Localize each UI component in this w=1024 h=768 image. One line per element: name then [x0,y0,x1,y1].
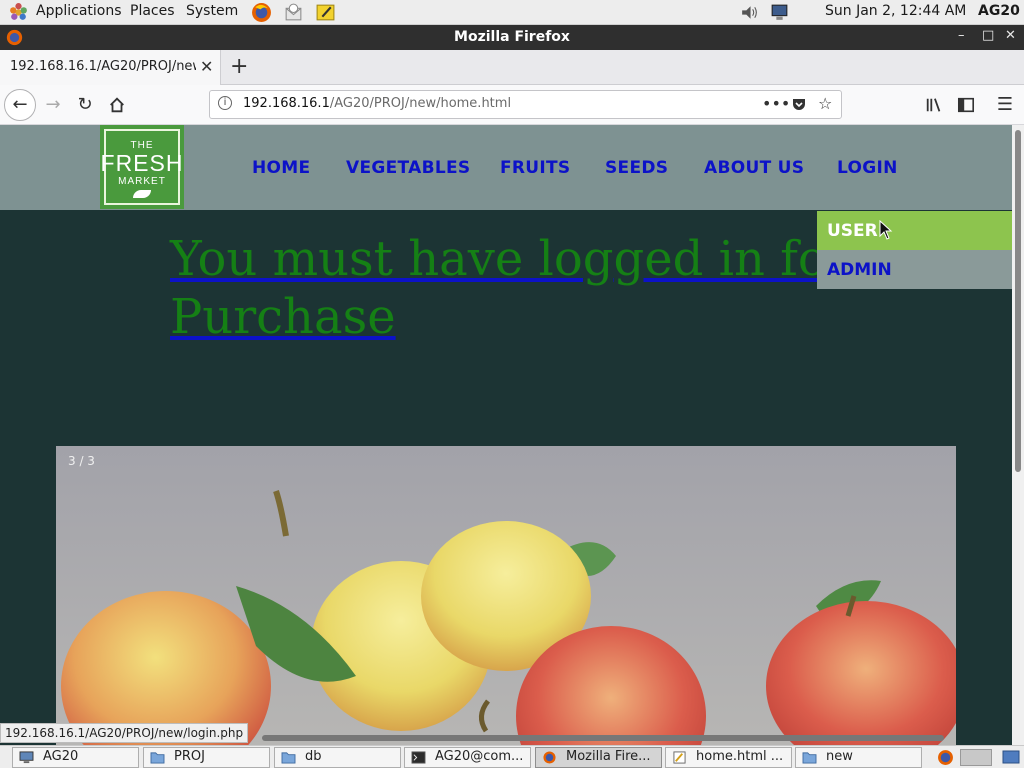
hamburger-menu-icon[interactable]: ☰ [991,91,1019,119]
tab-title: 192.168.16.1/AG20/PROJ/new/home.html [10,59,196,74]
nav-vegetables[interactable]: VEGETABLES [346,158,470,178]
back-icon[interactable]: ← [4,89,36,121]
task-db[interactable]: db [274,747,401,768]
volume-icon[interactable] [739,2,760,23]
minimize-button[interactable]: – [958,28,965,43]
window-titlebar[interactable]: Mozilla Firefox – □ ✕ [0,25,1024,50]
reload-icon[interactable]: ↻ [71,91,99,119]
window-title: Mozilla Firefox [454,29,570,45]
home-icon[interactable] [103,91,131,119]
username[interactable]: AG20 [978,3,1020,19]
new-tab-icon[interactable]: + [230,54,248,79]
firefox-icon [543,751,556,764]
task-home-html[interactable]: home.html ... [665,747,792,768]
bookmark-star-icon[interactable]: ☆ [818,94,832,113]
text-editor-icon [673,751,686,764]
navigation-toolbar: ← → ↻ i 192.168.16.1/AG20/PROJ/new/home.… [0,85,1024,125]
site-logo[interactable]: THE FRESH MARKET [100,125,184,209]
site-header: THE FRESH MARKET HOME VEGETABLES FRUITS … [0,125,1012,210]
folder-icon [150,752,165,764]
login-dropdown: USER ADMIN [817,211,1012,289]
workspace-switcher[interactable] [960,749,992,766]
maximize-button[interactable]: □ [982,28,994,43]
slide-counter: 3 / 3 [68,454,95,468]
slideshow[interactable]: 3 / 3 [56,446,956,745]
places-menu[interactable]: Places [130,3,175,19]
applications-menu-icon[interactable] [8,2,29,23]
show-desktop-icon[interactable] [1002,749,1020,766]
library-icon[interactable] [920,91,948,119]
apples-slide-image [56,446,956,745]
firefox-launcher-icon[interactable] [251,2,272,23]
vertical-scrollbar[interactable] [1012,125,1024,745]
nav-about-us[interactable]: ABOUT US [704,158,804,178]
folder-icon [281,752,296,764]
dropdown-user[interactable]: USER [817,211,1012,250]
link-status-bar: 192.168.16.1/AG20/PROJ/new/login.php [0,723,249,743]
applications-menu[interactable]: Applications [36,3,122,19]
task-firefox[interactable]: Mozilla Fire... [535,747,662,768]
task-ag20[interactable]: AG20 [12,747,139,768]
tab-home[interactable]: 192.168.16.1/AG20/PROJ/new/home.html ✕ [0,50,221,85]
system-menu[interactable]: System [186,3,238,19]
notes-icon[interactable] [315,2,336,23]
nav-fruits[interactable]: FRUITS [500,158,570,178]
sidebar-toggle-icon[interactable] [952,91,980,119]
tab-strip: 192.168.16.1/AG20/PROJ/new/home.html ✕ + [0,50,1024,85]
computer-icon [19,751,34,764]
site-info-icon[interactable]: i [218,96,232,110]
dropdown-admin[interactable]: ADMIN [817,250,1012,289]
clock[interactable]: Sun Jan 2, 12:44 AM [825,3,966,19]
url-bar[interactable]: i 192.168.16.1/AG20/PROJ/new/home.html •… [209,90,842,119]
network-icon[interactable] [769,2,790,23]
task-terminal[interactable]: AG20@com... [404,747,531,768]
task-proj[interactable]: PROJ [143,747,270,768]
nav-seeds[interactable]: SEEDS [605,158,668,178]
page-viewport: THE FRESH MARKET HOME VEGETABLES FRUITS … [0,125,1024,745]
page-actions-icon[interactable]: ••• [762,94,790,113]
firefox-tray-icon[interactable] [937,749,954,766]
close-tab-icon[interactable]: ✕ [200,57,213,76]
login-required-message[interactable]: You must have logged in for Purchase [170,230,860,346]
taskbar: AG20 PROJ db AG20@com... Mozilla Fire...… [0,745,1024,768]
task-new[interactable]: new [795,747,922,768]
close-window-button[interactable]: ✕ [1005,28,1016,43]
nav-home[interactable]: HOME [252,158,310,178]
top-panel: Applications Places System Sun Jan 2, 12… [0,0,1024,25]
url-text[interactable]: 192.168.16.1/AG20/PROJ/new/home.html [243,96,511,111]
nav-login[interactable]: LOGIN [837,158,898,178]
mail-client-icon[interactable] [283,2,304,23]
folder-icon [802,752,817,764]
terminal-icon [411,751,426,764]
pocket-icon[interactable] [791,97,807,113]
forward-icon[interactable]: → [39,91,67,119]
mouse-cursor-icon [879,220,893,240]
